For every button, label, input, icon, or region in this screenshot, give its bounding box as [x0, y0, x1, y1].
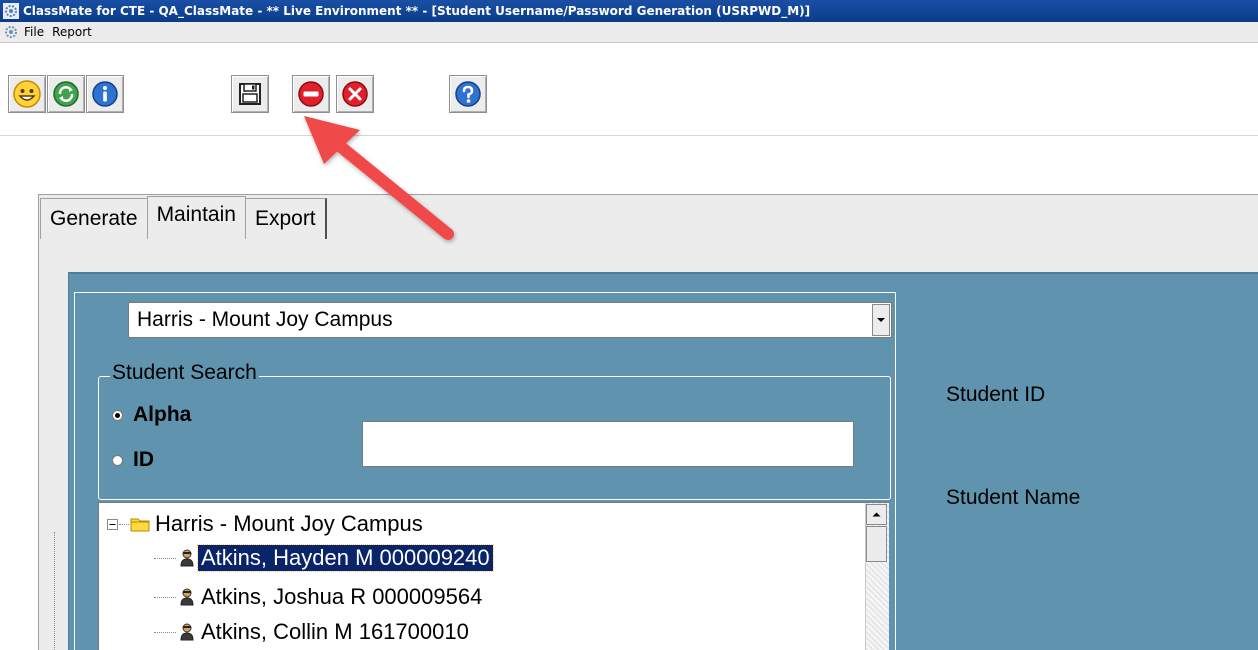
tab-bar: Generate Maintain Export	[40, 196, 327, 239]
folder-icon	[130, 518, 150, 532]
tree-student-row[interactable]: Atkins, Hayden M 000009240	[99, 541, 494, 575]
student-icon	[180, 588, 194, 606]
save-icon	[239, 83, 261, 105]
refresh-icon	[53, 81, 79, 107]
student-name-label: Student Name	[946, 486, 1081, 509]
tree-connector	[154, 596, 176, 598]
tree-root-row[interactable]: Harris - Mount Joy Campus	[99, 507, 426, 541]
info-icon	[92, 81, 118, 107]
application-window: ClassMate for CTE - QA_ClassMate - ** Li…	[0, 0, 1258, 650]
search-input[interactable]	[362, 421, 854, 467]
info-button[interactable]	[86, 75, 124, 113]
save-button[interactable]	[231, 75, 269, 113]
tree-connector	[154, 557, 176, 559]
refresh-button[interactable]	[47, 75, 85, 113]
menu-file[interactable]: File	[24, 25, 52, 39]
tree-connector	[54, 532, 55, 650]
radio-alpha-label: Alpha	[133, 403, 192, 426]
student-icon	[180, 623, 194, 641]
radio-alpha-indicator[interactable]	[112, 409, 123, 421]
chevron-up-icon	[872, 512, 881, 517]
smiley-button[interactable]	[8, 75, 46, 113]
toolbar	[0, 43, 1258, 136]
student-tree[interactable]: Harris - Mount Joy Campus Atkins, Hayden…	[98, 502, 889, 650]
tab-generate[interactable]: Generate	[40, 198, 148, 239]
student-icon	[180, 549, 194, 567]
campus-dropdown[interactable]: Harris - Mount Joy Campus	[128, 302, 892, 338]
collapse-icon[interactable]	[107, 518, 118, 530]
tree-student-label: Atkins, Hayden M 000009240	[197, 544, 494, 572]
student-id-label: Student ID	[946, 383, 1046, 406]
smiley-icon	[13, 80, 41, 108]
annotation-arrow-icon	[304, 116, 454, 240]
chevron-down-icon	[877, 318, 885, 322]
menu-bar: File Report	[0, 22, 1258, 43]
radio-id-label: ID	[133, 448, 154, 471]
tree-connector	[154, 631, 176, 633]
campus-dropdown-value: Harris - Mount Joy Campus	[137, 308, 393, 331]
window-title: ClassMate for CTE - QA_ClassMate - ** Li…	[23, 4, 811, 18]
tree-student-label: Atkins, Joshua R 000009564	[201, 584, 483, 609]
scroll-up-button[interactable]	[866, 504, 887, 525]
tab-maintain[interactable]: Maintain	[146, 196, 246, 239]
radio-alpha[interactable]: Alpha	[112, 403, 191, 427]
tree-student-label: Atkins, Collin M 161700010	[201, 619, 469, 644]
radio-id-indicator[interactable]	[112, 454, 123, 466]
scroll-thumb[interactable]	[866, 526, 887, 562]
student-search-legend: Student Search	[110, 361, 259, 385]
tree-connector	[119, 523, 129, 525]
app-icon	[3, 3, 19, 19]
dropdown-arrow-button[interactable]	[872, 304, 890, 336]
tree-root-label: Harris - Mount Joy Campus	[155, 511, 423, 536]
tree-student-row[interactable]: Atkins, Joshua R 000009564	[99, 580, 485, 614]
menu-report[interactable]: Report	[52, 25, 100, 39]
document-icon[interactable]	[4, 25, 18, 39]
tree-student-row[interactable]: Atkins, Collin M 161700010	[99, 615, 472, 649]
title-bar: ClassMate for CTE - QA_ClassMate - ** Li…	[0, 0, 1258, 22]
radio-id[interactable]: ID	[112, 448, 154, 472]
